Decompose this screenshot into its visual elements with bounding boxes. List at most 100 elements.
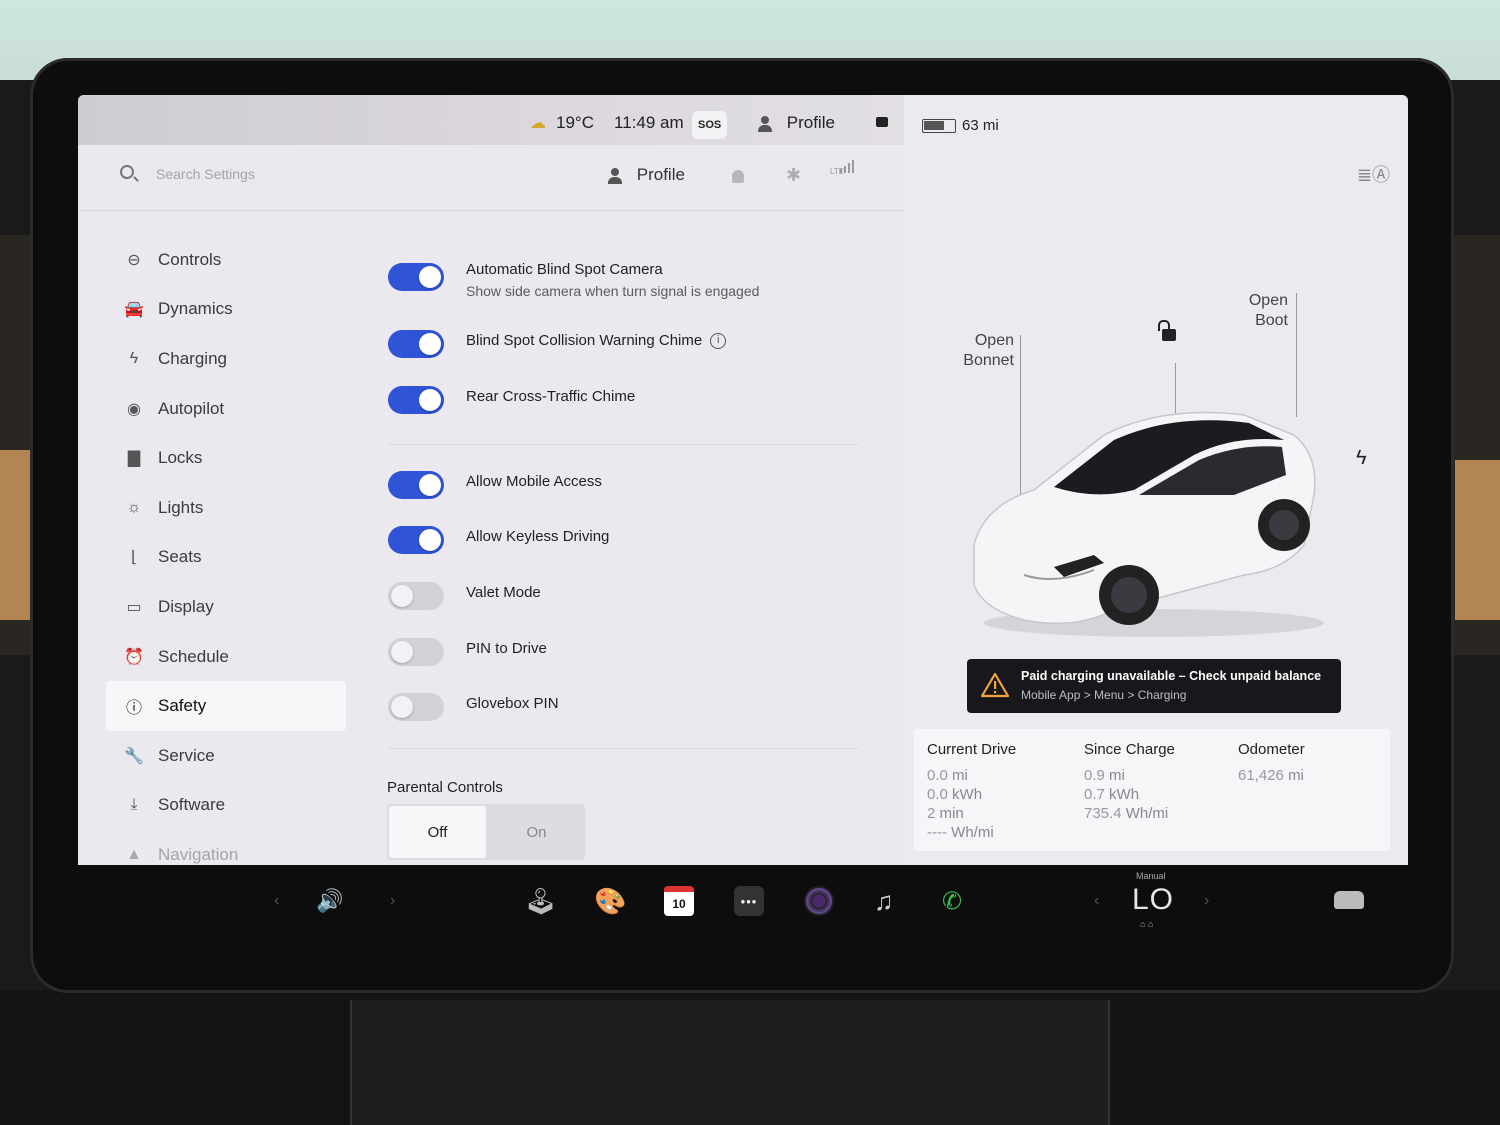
sun-icon: ☼ xyxy=(126,498,142,516)
car-image[interactable] xyxy=(964,395,1344,645)
current-distance: 0.0 xyxy=(927,767,948,784)
taskbar: ‹ 🔊 › 🕹 🎨 10 ••• ♫ ✆ ‹ Manual LO ⌂ ⌂ › xyxy=(78,865,1408,937)
sidebar-item-label: Seats xyxy=(158,547,202,567)
weather-icon: ☁ xyxy=(530,115,546,132)
collision-chime-toggle[interactable] xyxy=(388,330,444,358)
sidebar-item-label: Lights xyxy=(158,497,204,517)
toggle-label: Rear Cross-Traffic Chime xyxy=(466,388,636,405)
sidebar-item-locks[interactable]: ▇ Locks xyxy=(106,433,346,483)
car-unlock-icon[interactable] xyxy=(1158,320,1176,341)
volume-up-chevron[interactable]: › xyxy=(390,883,395,919)
toggle-label: Allow Mobile Access xyxy=(466,473,602,490)
odometer-title: Odometer xyxy=(1238,741,1305,758)
car-panel: 63 mi ≣Ⓐ Open Bonnet Open Boot ϟ Paid ch… xyxy=(904,95,1408,865)
car-controls-icon[interactable] xyxy=(1334,891,1364,909)
sidebar-item-charging[interactable]: ϟ Charging xyxy=(106,334,346,384)
headlight-icon[interactable]: ≣Ⓐ xyxy=(1357,161,1390,187)
toggle-label: Automatic Blind Spot Camera xyxy=(466,261,663,278)
unlock-icon[interactable] xyxy=(876,117,888,127)
volume-down-chevron[interactable]: ‹ xyxy=(274,883,279,919)
lock-icon: ▇ xyxy=(127,450,141,468)
sidebar-item-software[interactable]: ⤓ Software xyxy=(106,781,346,831)
keyless-driving-toggle[interactable] xyxy=(388,526,444,554)
alert-title: Paid charging unavailable – Check unpaid… xyxy=(1021,669,1322,683)
current-drive-title: Current Drive xyxy=(927,741,1017,758)
open-bonnet-button[interactable]: Open Bonnet xyxy=(954,331,1014,371)
navigation-icon: ▲ xyxy=(126,845,142,863)
since-rate: 735.4 xyxy=(1084,805,1122,822)
music-icon[interactable]: ♫ xyxy=(874,883,894,919)
sidebar-item-dynamics[interactable]: 🚘 Dynamics xyxy=(106,285,346,335)
since-distance: 0.9 xyxy=(1084,767,1105,784)
more-apps-icon[interactable]: ••• xyxy=(734,886,764,916)
climate-up-chevron[interactable]: › xyxy=(1204,883,1209,919)
sidebar-item-safety[interactable]: ⓘ Safety xyxy=(106,681,346,731)
charge-port-icon[interactable]: ϟ xyxy=(1356,447,1367,470)
battery-icon xyxy=(922,119,956,133)
car-icon: 🚘 xyxy=(124,301,144,319)
search-icon[interactable] xyxy=(120,165,134,179)
cross-traffic-toggle[interactable] xyxy=(388,386,444,414)
toggle-label: Valet Mode xyxy=(466,584,541,601)
open-boot-button[interactable]: Open Boot xyxy=(1234,291,1288,331)
climate-down-chevron[interactable]: ‹ xyxy=(1094,883,1099,919)
sidebar-item-service[interactable]: 🔧 Service xyxy=(106,731,346,781)
toybox-icon[interactable]: 🎨 xyxy=(594,883,626,919)
volume-icon[interactable]: 🔊 xyxy=(316,883,343,919)
warning-icon xyxy=(981,672,1009,698)
joystick-icon[interactable]: 🕹 xyxy=(524,883,557,919)
bell-icon[interactable] xyxy=(732,170,744,183)
sidebar-item-label: Display xyxy=(158,596,214,616)
camera-icon[interactable] xyxy=(804,886,834,916)
sidebar-item-schedule[interactable]: ⏰ Schedule xyxy=(106,632,346,682)
info-icon[interactable]: i xyxy=(710,333,727,350)
sidebar-item-controls[interactable]: ⊖ Controls xyxy=(106,235,346,285)
odometer: Odometer 61,426 mi xyxy=(1238,741,1305,785)
sidebar-item-label: Software xyxy=(158,795,226,815)
sidebar-item-autopilot[interactable]: ◉ Autopilot xyxy=(106,384,346,434)
current-drive: Current Drive 0.0 mi 0.0 kWh 2 min ---- … xyxy=(927,741,1016,842)
sos-button[interactable]: SOS xyxy=(692,111,728,139)
parental-controls-segmented: Off On xyxy=(387,804,585,860)
toggle-label: Blind Spot Collision Warning Chime xyxy=(466,332,703,349)
toggle-subtitle: Show side camera when turn signal is eng… xyxy=(466,283,760,299)
wrench-icon: 🔧 xyxy=(124,747,144,765)
sidebar-item-navigation[interactable]: ▲ Navigation xyxy=(106,830,346,865)
person-icon xyxy=(758,115,772,132)
profile-label: Profile xyxy=(636,165,685,184)
phone-icon[interactable]: ✆ xyxy=(942,883,962,919)
display-icon: ▭ xyxy=(126,598,142,616)
download-icon: ⤓ xyxy=(130,796,138,814)
profile-button[interactable]: Profile xyxy=(608,165,685,185)
bluetooth-icon[interactable]: ✱ xyxy=(786,165,801,186)
current-rate: ---- xyxy=(927,824,947,841)
sidebar-item-label: Schedule xyxy=(158,646,229,666)
unit-whmi: Wh/mi xyxy=(951,824,994,841)
alert-circle-icon: ⓘ xyxy=(125,700,142,718)
parental-off-option[interactable]: Off xyxy=(389,806,486,858)
calendar-icon[interactable]: 10 xyxy=(664,886,694,916)
sidebar-item-lights[interactable]: ☼ Lights xyxy=(106,483,346,533)
range-readout[interactable]: 63 mi xyxy=(962,117,999,134)
climate-temperature[interactable]: LO xyxy=(1132,883,1174,917)
glovebox-pin-toggle[interactable] xyxy=(388,693,444,721)
valet-mode-toggle[interactable] xyxy=(388,582,444,610)
sidebar-item-label: Dynamics xyxy=(158,299,233,319)
seat-heat-icons[interactable]: ⌂ ⌂ xyxy=(1140,919,1153,929)
blind-spot-camera-toggle[interactable] xyxy=(388,263,444,291)
parental-on-option[interactable]: On xyxy=(488,804,585,860)
mobile-access-toggle[interactable] xyxy=(388,471,444,499)
temperature[interactable]: 19°C xyxy=(556,113,594,133)
search-input[interactable] xyxy=(156,161,456,187)
profile-button-top[interactable]: Profile xyxy=(758,113,835,133)
open-bonnet-label-2: Bonnet xyxy=(963,352,1014,369)
sidebar-item-display[interactable]: ▭ Display xyxy=(106,582,346,632)
pin-to-drive-toggle[interactable] xyxy=(388,638,444,666)
current-time: 2 xyxy=(927,805,936,822)
charging-alert[interactable]: Paid charging unavailable – Check unpaid… xyxy=(967,659,1341,713)
unit-mi: mi xyxy=(952,767,968,784)
toggle-label: Allow Keyless Driving xyxy=(466,528,610,545)
clock: 11:49 am xyxy=(614,113,684,132)
current-energy: 0.0 xyxy=(927,786,948,803)
sidebar-item-seats[interactable]: ⌊ Seats xyxy=(106,533,346,583)
